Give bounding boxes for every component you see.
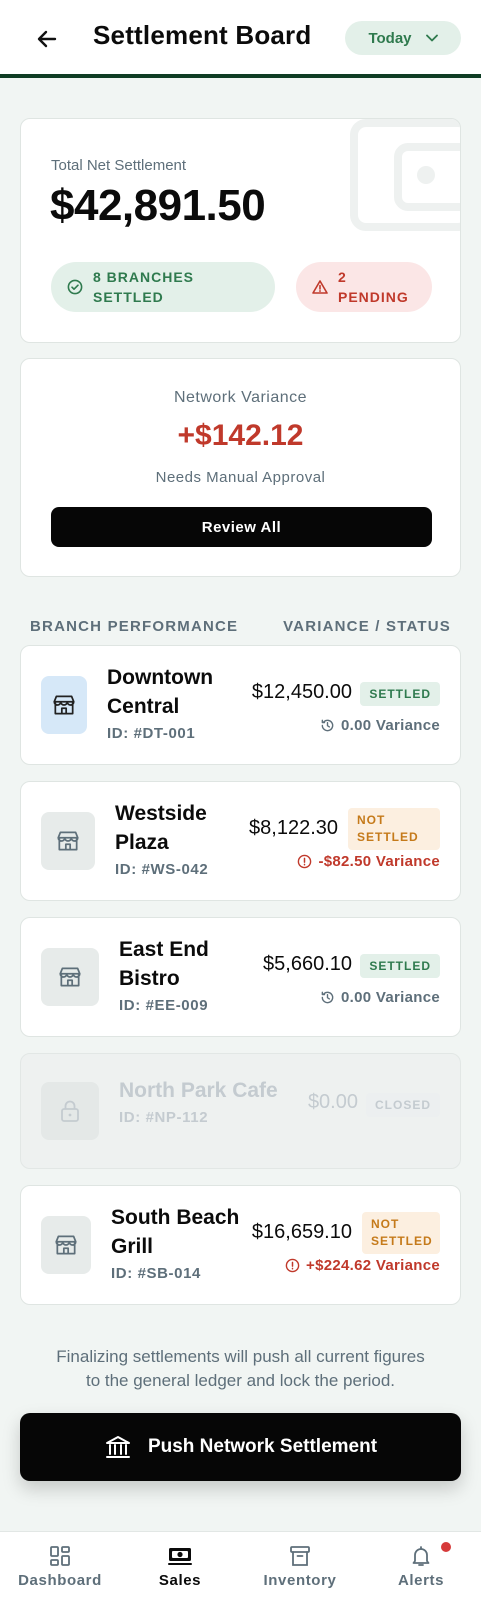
bottom-navigation: Dashboard Sales Inventory Alerts — [0, 1531, 481, 1600]
settled-badge-line2: SETTLED — [93, 289, 164, 305]
network-variance-card: Network Variance +$142.12 Needs Manual A… — [20, 358, 461, 577]
bell-icon — [412, 1546, 430, 1566]
page-title: Settlement Board — [93, 20, 312, 50]
status-badge: NOT SETTLED — [362, 1212, 440, 1254]
branch-name: South Beach Grill — [111, 1206, 240, 1258]
nav-dashboard[interactable]: Dashboard — [0, 1532, 120, 1600]
store-icon-wrap — [41, 1216, 91, 1274]
app-header: Settlement Board Today — [0, 0, 481, 78]
branch-name: Downtown Central — [107, 666, 214, 718]
branch-variance: 0.00 Variance — [320, 989, 440, 1006]
branch-name: East End Bistro — [119, 938, 209, 990]
branch-row-south-beach-grill[interactable]: South Beach Grill ID: #SB-014 $16,659.10 … — [20, 1185, 461, 1305]
history-icon — [321, 719, 334, 732]
branch-id: ID: #NP-112 — [119, 1109, 209, 1126]
branch-amount: $8,122.30 — [249, 817, 338, 839]
store-icon — [53, 695, 75, 715]
branch-amount: $0.00 — [307, 1091, 358, 1113]
branch-row-downtown-central[interactable]: Downtown Central ID: #DT-001 $12,450.00 S… — [20, 645, 461, 765]
history-icon — [321, 991, 334, 1004]
store-icon — [59, 967, 81, 987]
branch-amount: $5,660.10 — [263, 953, 352, 975]
branch-performance-heading: BRANCH PERFORMANCE — [30, 618, 239, 635]
status-badge: SETTLED — [360, 682, 440, 706]
alert-notification-dot — [441, 1542, 451, 1552]
total-settlement-value: $42,891.50 — [50, 181, 266, 230]
bank-icon — [105, 1436, 130, 1458]
lock-icon — [61, 1100, 79, 1122]
store-icon — [57, 831, 79, 851]
nav-alerts[interactable]: Alerts — [361, 1532, 481, 1600]
variance-value: +$142.12 — [177, 419, 304, 452]
nav-inventory[interactable]: Inventory — [240, 1532, 360, 1600]
branch-row-north-park-cafe: North Park Cafe ID: #NP-112 $0.00 CLOSED — [20, 1053, 461, 1169]
branch-variance: +$224.62 Variance — [285, 1257, 440, 1274]
settled-branches-badge: 8 BRANCHES SETTLED — [51, 262, 275, 312]
push-network-settlement-button[interactable]: Push Network Settlement — [20, 1413, 461, 1481]
total-settlement-label: Total Net Settlement — [51, 157, 187, 174]
dashboard-icon — [50, 1546, 70, 1566]
alert-circle-icon — [285, 1258, 300, 1273]
settled-badge-line1: 8 BRANCHES — [93, 269, 195, 285]
branch-id: ID: #WS-042 — [115, 861, 209, 878]
status-badge: SETTLED — [360, 954, 440, 978]
branch-row-westside-plaza[interactable]: Westside Plaza ID: #WS-042 $8,122.30 NOT S… — [20, 781, 461, 901]
archive-icon — [290, 1546, 310, 1566]
wallet-icon — [350, 119, 460, 231]
pending-branches-badge: 2 PENDING — [296, 262, 432, 312]
cash-icon — [168, 1548, 192, 1565]
variance-subtitle: Needs Manual Approval — [155, 469, 326, 486]
variance-status-heading: VARIANCE / STATUS — [283, 618, 451, 635]
branch-amount: $16,659.10 — [251, 1221, 352, 1243]
variance-label: Network Variance — [173, 389, 308, 406]
branch-name: North Park Cafe — [119, 1079, 278, 1102]
date-filter-label: Today — [368, 29, 412, 47]
store-icon — [55, 1235, 77, 1255]
alert-circle-icon — [298, 854, 312, 869]
settlement-footer-note: Finalizing settlements will push all cur… — [56, 1347, 425, 1390]
store-icon-wrap — [41, 948, 99, 1006]
pending-badge-line2: PENDING — [338, 289, 409, 305]
chevron-down-icon — [425, 34, 438, 42]
back-button[interactable] — [30, 22, 64, 56]
branch-id: ID: #DT-001 — [107, 725, 196, 742]
branch-name: Westside Plaza — [115, 802, 207, 854]
store-icon-wrap — [41, 676, 87, 734]
store-icon-wrap — [41, 1082, 99, 1140]
branch-id: ID: #EE-009 — [119, 997, 209, 1014]
pending-badge-line1: 2 — [338, 269, 347, 285]
branch-variance: 0.00 Variance — [320, 717, 440, 734]
arrow-left-icon — [37, 30, 57, 48]
branch-row-east-end-bistro[interactable]: East End Bistro ID: #EE-009 $5,660.10 SET… — [20, 917, 461, 1037]
total-settlement-card: Total Net Settlement $42,891.50 8 BRANCH… — [20, 118, 461, 343]
push-settlement-label: Push Network Settlement — [147, 1436, 378, 1457]
review-all-button[interactable]: Review All — [51, 507, 432, 547]
warning-triangle-icon — [312, 280, 328, 294]
status-badge: NOT SETTLED — [348, 808, 440, 850]
branch-variance: -$82.50 Variance — [297, 853, 440, 870]
nav-sales[interactable]: Sales — [120, 1532, 240, 1600]
check-circle-icon — [67, 279, 83, 295]
branch-id: ID: #SB-014 — [111, 1265, 201, 1282]
branch-amount: $12,450.00 — [251, 681, 352, 703]
status-badge: CLOSED — [365, 1093, 440, 1117]
date-filter-dropdown[interactable]: Today — [345, 21, 461, 55]
store-icon-wrap — [41, 812, 95, 870]
